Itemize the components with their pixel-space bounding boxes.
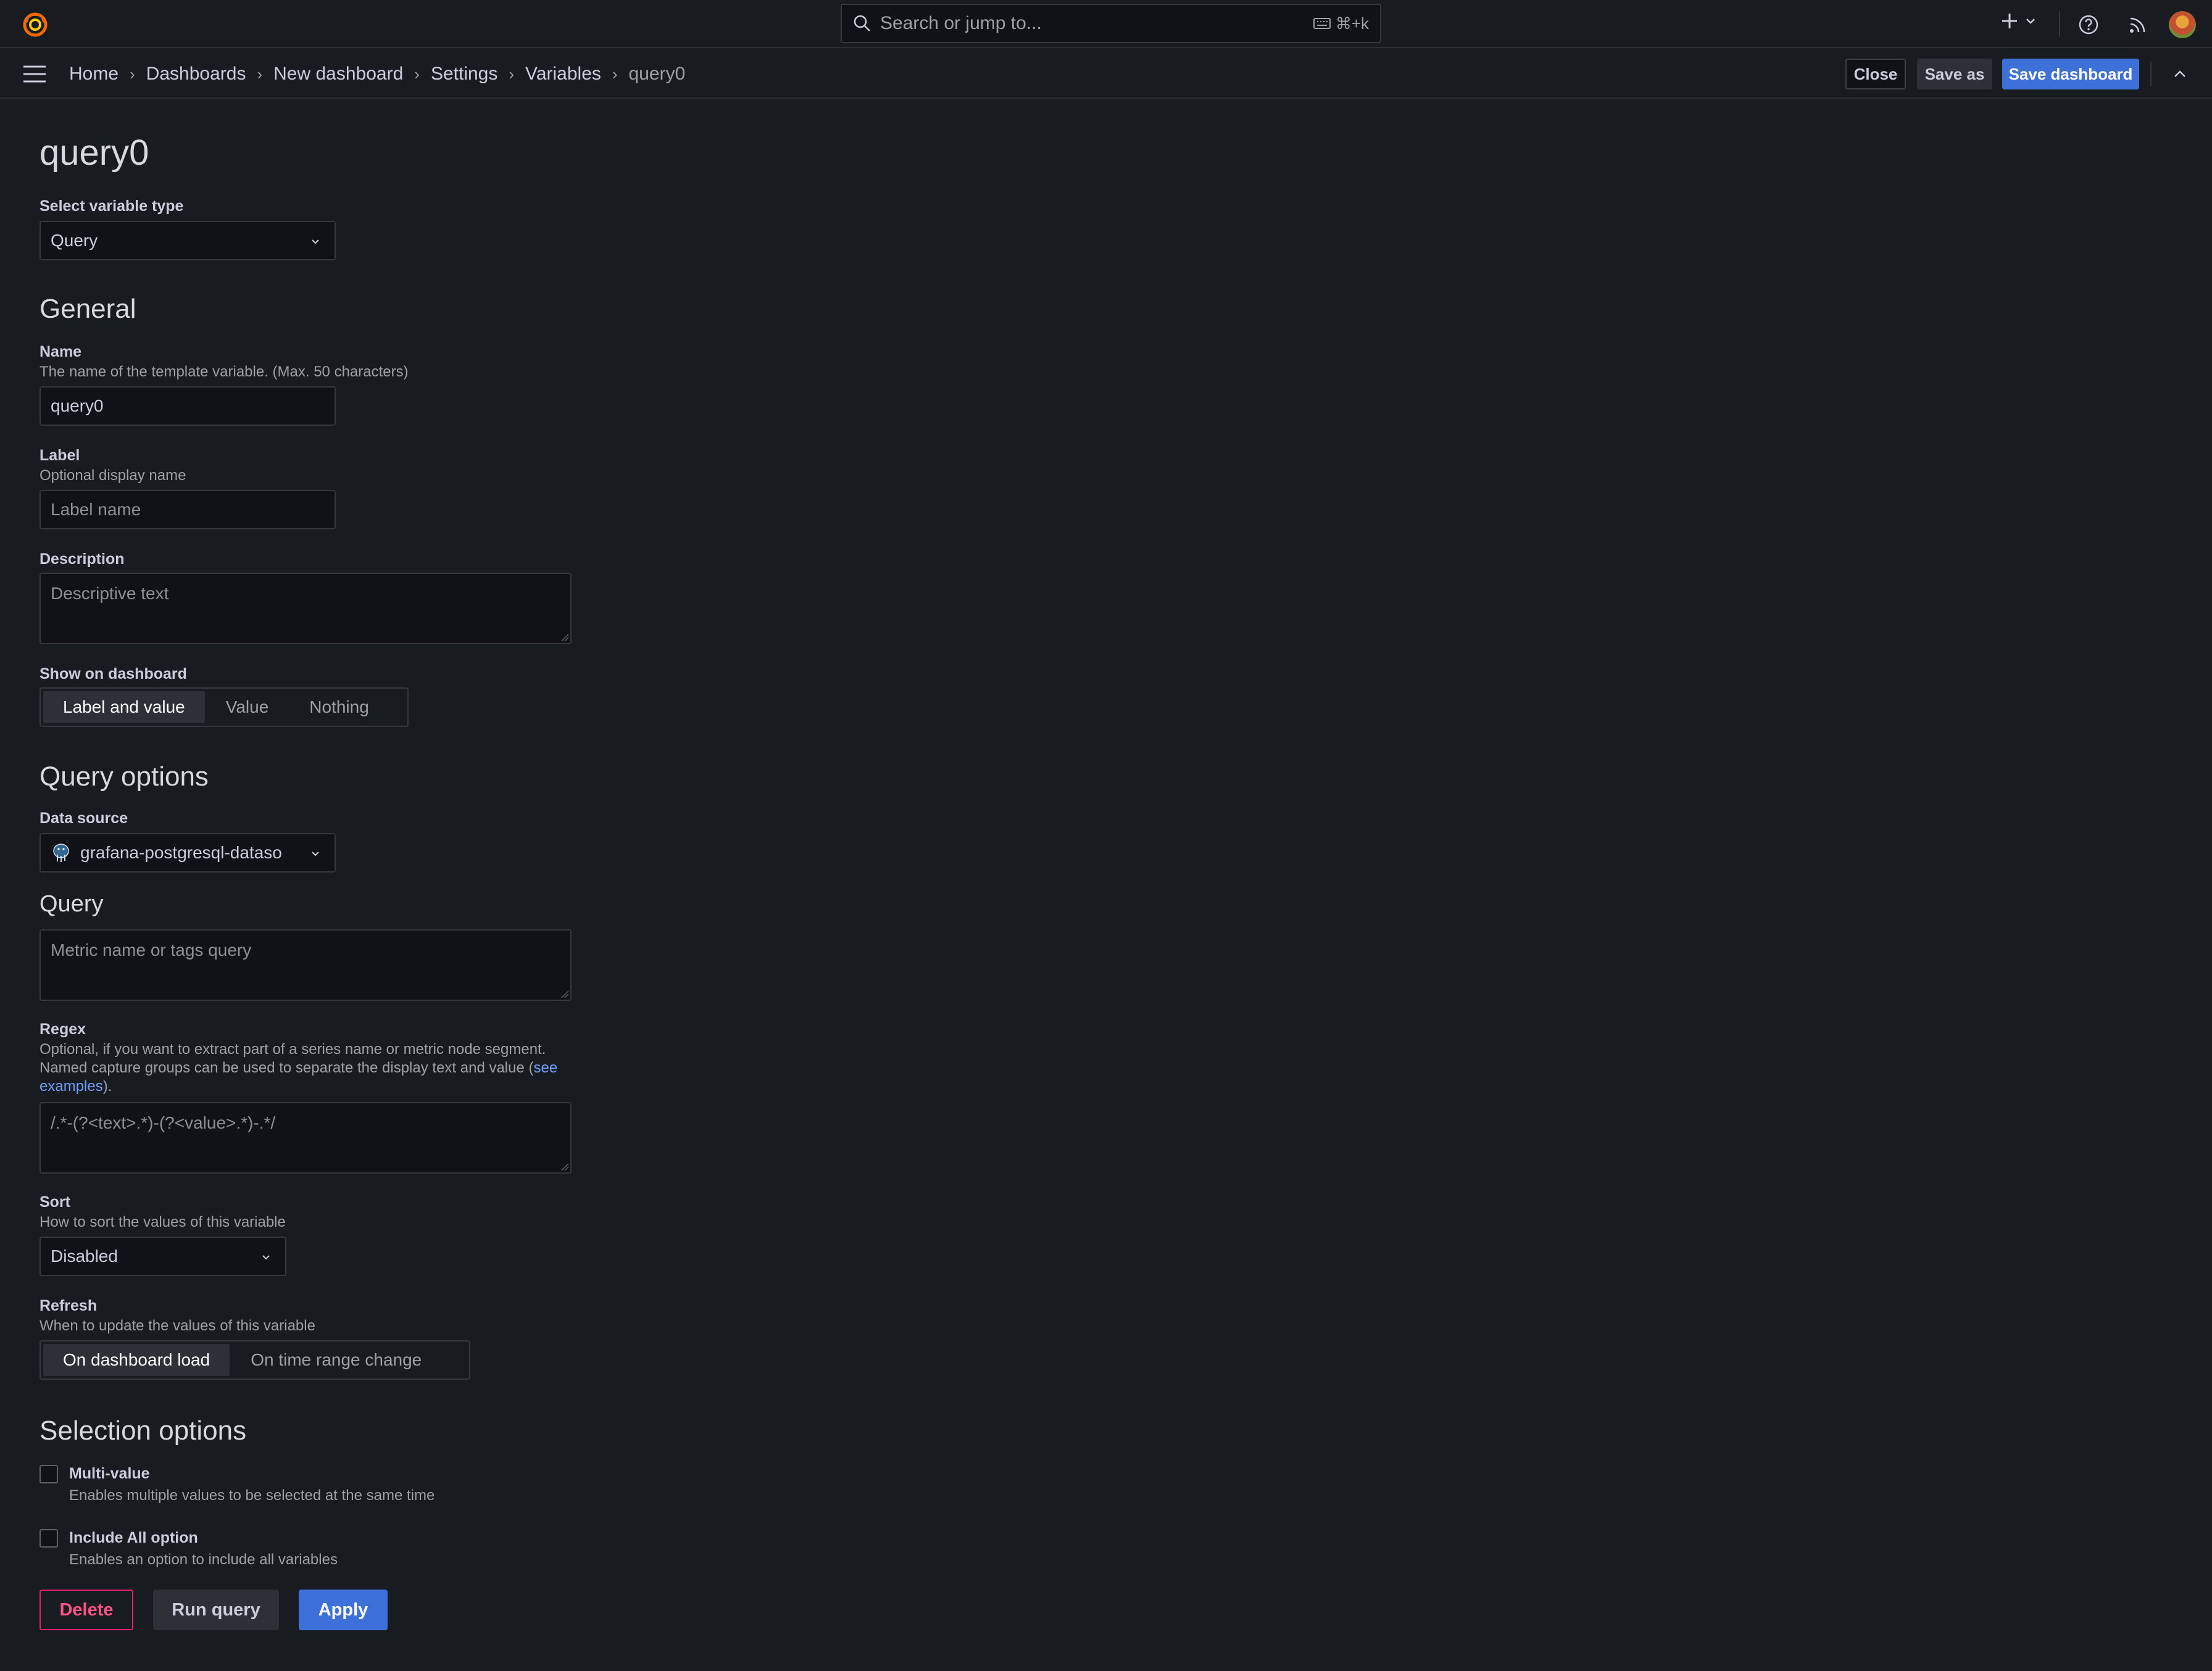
search-icon (854, 15, 870, 31)
search-bar[interactable]: Search or jump to... ⌘+k (841, 4, 1381, 43)
delete-button[interactable]: Delete (40, 1590, 133, 1630)
label-input[interactable]: Label name (40, 490, 336, 529)
name-label: Name (40, 343, 82, 360)
regex-textarea[interactable]: /.*-(?<text>.*)-(?<value>.*)-.*/ (40, 1102, 572, 1174)
breadcrumb-bar: Home › Dashboards › New dashboard › Sett… (0, 49, 2212, 99)
regex-placeholder: /.*-(?<text>.*)-(?<value>.*)-.*/ (51, 1113, 276, 1132)
chevron-down-icon (2026, 19, 2035, 24)
query-options-heading: Query options (40, 761, 209, 792)
chevron-up-icon[interactable] (2170, 64, 2190, 84)
top-bar: Search or jump to... ⌘+k (0, 0, 2212, 48)
datasource-select[interactable]: grafana-postgresql-dataso (40, 833, 336, 873)
divider (2059, 11, 2060, 37)
chevron-down-icon (312, 239, 319, 244)
sort-value: Disabled (51, 1246, 118, 1266)
keyboard-icon (1313, 18, 1331, 29)
breadcrumb-variables[interactable]: Variables (525, 64, 601, 85)
variable-type-label: Select variable type (40, 197, 184, 215)
sort-label: Sort (40, 1193, 70, 1211)
news-feed-icon[interactable] (2127, 14, 2149, 36)
regex-description-line2: Named capture groups can be used to sepa… (40, 1059, 534, 1076)
resize-grip-icon[interactable] (560, 1163, 569, 1171)
apply-button[interactable]: Apply (299, 1590, 388, 1630)
run-query-button[interactable]: Run query (153, 1590, 279, 1630)
search-shortcut-text: ⌘+k (1335, 14, 1369, 33)
breadcrumb-settings[interactable]: Settings (431, 64, 497, 85)
name-input[interactable]: query0 (40, 386, 336, 426)
chevron-down-icon (312, 852, 319, 856)
refresh-label: Refresh (40, 1297, 98, 1314)
variable-type-value: Query (51, 231, 98, 250)
datasource-label: Data source (40, 810, 128, 827)
general-heading: General (40, 294, 136, 324)
show-on-dashboard-radio: Label and value Value Nothing (40, 687, 409, 727)
show-option-label-and-value[interactable]: Label and value (43, 691, 205, 723)
multi-value-description: Enables multiple values to be selected a… (69, 1487, 435, 1504)
search-shortcut: ⌘+k (1313, 14, 1369, 33)
label-label: Label (40, 447, 80, 464)
save-as-button[interactable]: Save as (1917, 59, 1992, 89)
include-all-label[interactable]: Include All option (69, 1529, 198, 1547)
plus-icon (2002, 14, 2017, 28)
description-label: Description (40, 550, 125, 568)
variable-type-select[interactable]: Query (40, 221, 336, 260)
include-all-description: Enables an option to include all variabl… (69, 1551, 338, 1568)
page-title: query0 (40, 133, 149, 173)
chevron-down-icon (262, 1255, 270, 1260)
save-dashboard-button[interactable]: Save dashboard (2002, 59, 2139, 89)
regex-label: Regex (40, 1021, 86, 1038)
refresh-option-dashboard-load[interactable]: On dashboard load (43, 1344, 230, 1376)
breadcrumb-separator-icon: › (509, 64, 515, 83)
description-placeholder: Descriptive text (51, 584, 169, 603)
grafana-logo-icon[interactable] (21, 10, 49, 38)
label-description: Optional display name (40, 467, 186, 484)
postgresql-icon (53, 844, 69, 862)
selection-options-heading: Selection options (40, 1416, 247, 1446)
query-placeholder: Metric name or tags query (51, 940, 252, 960)
breadcrumb-dashboards[interactable]: Dashboards (146, 64, 246, 85)
user-avatar[interactable] (2169, 11, 2196, 38)
help-icon[interactable] (2077, 14, 2100, 36)
breadcrumb-current: query0 (628, 64, 686, 84)
breadcrumb-new-dashboard[interactable]: New dashboard (273, 64, 403, 85)
multi-value-label[interactable]: Multi-value (69, 1465, 150, 1483)
breadcrumb-separator-icon: › (257, 64, 263, 83)
sort-description: How to sort the values of this variable (40, 1214, 286, 1230)
show-on-dashboard-label: Show on dashboard (40, 665, 187, 682)
resize-grip-icon[interactable] (560, 990, 569, 998)
regex-description-line1: Optional, if you want to extract part of… (40, 1041, 546, 1058)
close-button[interactable]: Close (1845, 59, 1906, 89)
query-textarea[interactable]: Metric name or tags query (40, 929, 572, 1001)
refresh-radio: On dashboard load On time range change (40, 1340, 470, 1380)
refresh-description: When to update the values of this variab… (40, 1317, 315, 1334)
breadcrumb: Home › Dashboards › New dashboard › Sett… (69, 49, 685, 99)
menu-icon[interactable] (22, 63, 47, 85)
regex-description: Optional, if you want to extract part of… (40, 1040, 632, 1096)
include-all-checkbox[interactable] (40, 1529, 58, 1548)
label-input-placeholder: Label name (51, 500, 141, 519)
breadcrumb-separator-icon: › (414, 64, 420, 83)
breadcrumb-separator-icon: › (130, 64, 135, 83)
multi-value-checkbox[interactable] (40, 1465, 58, 1483)
show-option-nothing[interactable]: Nothing (289, 691, 389, 723)
query-heading: Query (40, 891, 104, 917)
regex-description-end: ). (102, 1078, 112, 1095)
refresh-option-time-range-change[interactable]: On time range change (231, 1344, 441, 1376)
breadcrumb-home[interactable]: Home (69, 64, 118, 85)
regex-examples-link-see[interactable]: see (534, 1059, 558, 1076)
name-description: The name of the template variable. (Max.… (40, 363, 409, 380)
sort-select[interactable]: Disabled (40, 1237, 286, 1276)
divider (2150, 62, 2152, 86)
new-menu-button[interactable] (2000, 11, 2037, 31)
regex-examples-link[interactable]: examples (40, 1078, 103, 1095)
datasource-value: grafana-postgresql-dataso (80, 843, 282, 862)
resize-grip-icon[interactable] (560, 633, 569, 642)
name-input-value: query0 (51, 396, 104, 415)
description-textarea[interactable]: Descriptive text (40, 573, 572, 644)
show-option-value[interactable]: Value (206, 691, 289, 723)
search-placeholder: Search or jump to... (880, 13, 1042, 33)
breadcrumb-separator-icon: › (612, 64, 618, 83)
